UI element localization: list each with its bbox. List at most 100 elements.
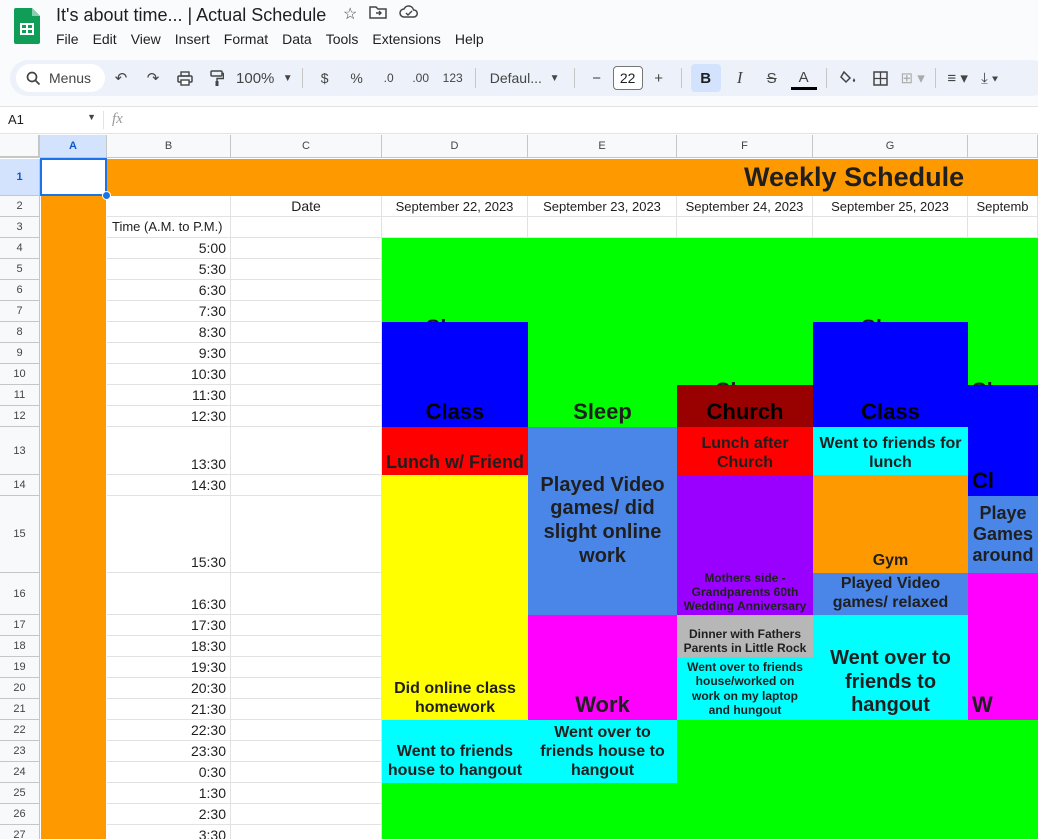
text-color-button[interactable]: A	[790, 68, 817, 90]
currency-format-button[interactable]: $	[312, 64, 338, 92]
row-header[interactable]: 20	[0, 678, 40, 699]
row-header[interactable]: 18	[0, 636, 40, 657]
grid-cell[interactable]	[231, 657, 382, 678]
grid-cell[interactable]	[231, 475, 382, 496]
row-header[interactable]: 17	[0, 615, 40, 636]
column-header[interactable]: E	[528, 135, 677, 158]
merge-cells-icon[interactable]: ⊞ ▾	[900, 64, 926, 92]
menu-tools[interactable]: Tools	[326, 31, 365, 47]
name-box[interactable]: A1 ▼	[8, 112, 96, 127]
decrease-font-size-icon[interactable]: −	[584, 64, 610, 92]
row-header[interactable]: 8	[0, 322, 40, 343]
row-header[interactable]: 27	[0, 825, 40, 839]
select-all-corner[interactable]	[0, 135, 40, 158]
grid-cell[interactable]	[528, 217, 677, 238]
move-folder-icon[interactable]	[369, 4, 388, 25]
row-header[interactable]: 6	[0, 280, 40, 301]
grid-cell[interactable]	[231, 238, 382, 259]
spreadsheet-grid[interactable]: A B C D E F G 1 2 3 4 5 6 7 8 9 10 11 12 13 14 15 16 17 18 19 20 21…	[0, 135, 1038, 839]
percent-format-button[interactable]: %	[344, 64, 370, 92]
grid-cell[interactable]	[677, 217, 813, 238]
menu-insert[interactable]: Insert	[175, 31, 216, 47]
strikethrough-button[interactable]: S	[759, 64, 785, 92]
sheets-logo-icon[interactable]	[14, 8, 40, 44]
grid-cell[interactable]	[231, 741, 382, 762]
column-header[interactable]: C	[231, 135, 382, 158]
menu-edit[interactable]: Edit	[93, 31, 123, 47]
grid-cell[interactable]	[231, 699, 382, 720]
font-select[interactable]: Defaul... ▼	[485, 64, 565, 92]
grid-cell[interactable]	[231, 322, 382, 343]
row-header[interactable]: 15	[0, 496, 40, 573]
star-icon[interactable]: ☆	[343, 4, 357, 25]
row-header[interactable]: 5	[0, 259, 40, 280]
italic-button[interactable]: I	[727, 64, 753, 92]
grid-cell[interactable]	[231, 427, 382, 475]
column-header[interactable]: A	[40, 135, 107, 158]
grid-cell[interactable]	[231, 804, 382, 825]
number-format-button[interactable]: 123	[440, 64, 466, 92]
column-header[interactable]: D	[382, 135, 528, 158]
menu-format[interactable]: Format	[224, 31, 274, 47]
grid-cell[interactable]	[231, 364, 382, 385]
row-header[interactable]: 25	[0, 783, 40, 804]
row-header[interactable]: 1	[0, 159, 40, 196]
decrease-decimal-button[interactable]: .0	[376, 64, 402, 92]
menu-help[interactable]: Help	[455, 31, 490, 47]
menu-data[interactable]: Data	[282, 31, 318, 47]
row-header[interactable]: 2	[0, 196, 40, 217]
column-header[interactable]: G	[813, 135, 968, 158]
grid-cell[interactable]	[231, 825, 382, 839]
menu-view[interactable]: View	[131, 31, 167, 47]
row-header[interactable]: 11	[0, 385, 40, 406]
grid-cell[interactable]	[231, 636, 382, 657]
grid-cell[interactable]	[231, 496, 382, 573]
row-header[interactable]: 7	[0, 301, 40, 322]
column-header[interactable]: B	[107, 135, 231, 158]
row-header[interactable]: 14	[0, 475, 40, 496]
grid-cell[interactable]	[231, 615, 382, 636]
grid-cell[interactable]	[231, 385, 382, 406]
row-header[interactable]: 4	[0, 238, 40, 259]
paint-format-icon[interactable]	[204, 64, 230, 92]
row-header[interactable]: 9	[0, 343, 40, 364]
undo-icon[interactable]: ↶	[108, 64, 134, 92]
grid-cell[interactable]	[231, 343, 382, 364]
search-menus-button[interactable]: Menus	[16, 64, 106, 92]
zoom-select[interactable]: 100% ▼	[236, 64, 293, 92]
grid-cell[interactable]	[231, 678, 382, 699]
row-header[interactable]: 13	[0, 427, 40, 475]
column-header[interactable]: F	[677, 135, 813, 158]
selected-cell-a1[interactable]	[40, 158, 107, 196]
grid-cell[interactable]	[231, 406, 382, 427]
row-header[interactable]: 16	[0, 573, 40, 615]
row-header[interactable]: 19	[0, 657, 40, 678]
grid-cell[interactable]	[231, 217, 382, 238]
row-header[interactable]: 10	[0, 364, 40, 385]
cloud-status-icon[interactable]	[399, 4, 419, 25]
row-header[interactable]: 3	[0, 217, 40, 238]
fill-handle[interactable]	[102, 191, 111, 200]
font-size-input[interactable]: 22	[612, 66, 643, 90]
fill-color-icon[interactable]	[836, 64, 862, 92]
grid-cell[interactable]	[231, 301, 382, 322]
menu-extensions[interactable]: Extensions	[372, 31, 446, 47]
redo-icon[interactable]: ↷	[140, 64, 166, 92]
horizontal-align-icon[interactable]: ≡ ▾	[945, 64, 971, 92]
increase-font-size-icon[interactable]: +	[646, 64, 672, 92]
increase-decimal-button[interactable]: .00	[408, 64, 434, 92]
grid-cell[interactable]	[231, 259, 382, 280]
row-header[interactable]: 21	[0, 699, 40, 720]
row-header[interactable]: 23	[0, 741, 40, 762]
vertical-align-icon[interactable]: ⤓ ▾	[977, 64, 1003, 92]
borders-icon[interactable]	[868, 64, 894, 92]
row-header[interactable]: 22	[0, 720, 40, 741]
grid-cell[interactable]	[813, 217, 968, 238]
grid-cell[interactable]	[231, 720, 382, 741]
grid-cell[interactable]	[231, 762, 382, 783]
column-header[interactable]	[968, 135, 1038, 158]
grid-cell[interactable]	[231, 280, 382, 301]
document-title[interactable]: It's about time... | Actual Schedule	[56, 5, 326, 26]
grid-cell[interactable]	[968, 217, 1038, 238]
grid-cell[interactable]	[107, 196, 231, 217]
